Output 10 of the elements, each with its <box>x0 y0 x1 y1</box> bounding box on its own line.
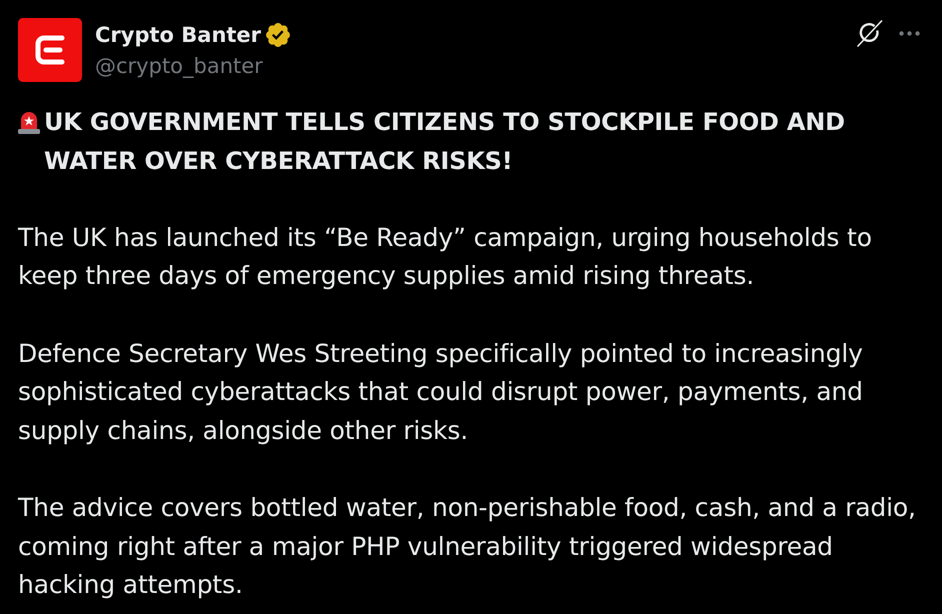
author-name[interactable]: Crypto Banter <box>95 21 262 49</box>
avatar-logo-icon[interactable] <box>18 18 82 82</box>
post-paragraph: The UK has launched its “Be Ready” campaign, urging households to keep three days of emergency supplies amid rising threats. <box>18 222 873 292</box>
siren-icon <box>18 110 40 134</box>
headline-text: UK GOVERNMENT TELLS CITIZENS TO STOCKPILE FOOD AND WATER OVER CYBERATTACK RISKS! <box>44 107 846 177</box>
slashed-circle-icon[interactable] <box>857 20 883 47</box>
post-paragraph: The advice covers bottled water, non-perishable food, cash, and a radio, coming right after a major PHP vulnerability triggered widespread hacking attempts. <box>18 492 917 602</box>
author-handle[interactable]: @crypto_banter <box>95 52 290 80</box>
more-options-icon[interactable] <box>899 31 920 36</box>
post-paragraph: Defence Secretary Wes Streeting specifically pointed to increasingly sophisticated cyberattacks that could disrupt power, payments, and supply chains, alongside other risks. <box>18 338 864 447</box>
